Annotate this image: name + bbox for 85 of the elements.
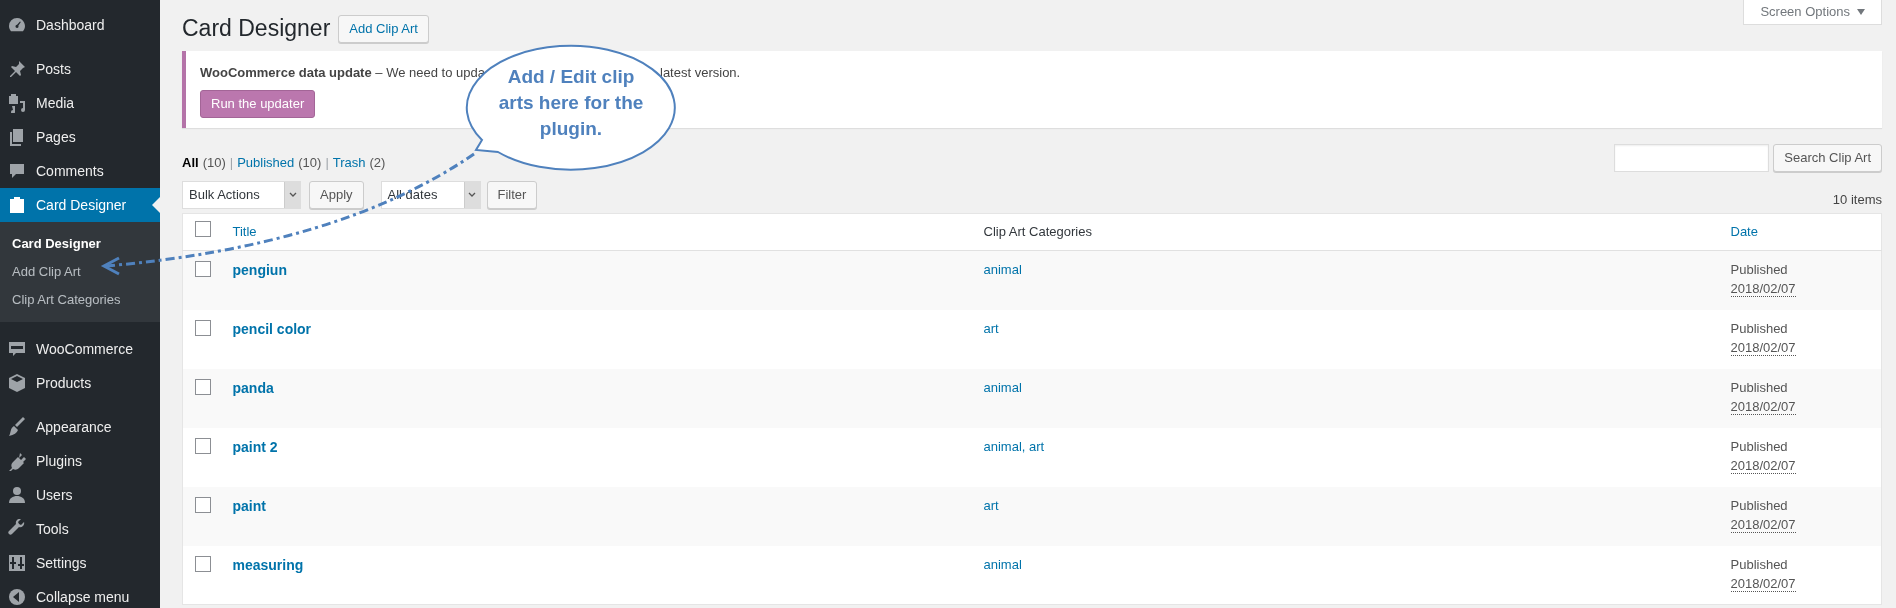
status-text: Published [1730,378,1789,397]
plug-icon [7,451,27,471]
search-field[interactable] [1614,144,1770,172]
caret-icon [1857,9,1865,15]
date-text: 2018/02/07 [1730,398,1796,415]
sidebar-item[interactable]: Dashboard [0,8,160,42]
sliders-icon [7,553,27,573]
checkbox[interactable] [195,261,211,277]
checkbox[interactable] [195,437,211,454]
category-link[interactable]: animal, art [983,438,1045,454]
store-bubble-icon [7,339,27,359]
checkbox[interactable] [195,221,211,238]
chevron-icon [468,192,477,198]
date-text: 2018/02/07 [1730,516,1796,533]
filter-count: (10) [202,153,226,172]
sidebar-item[interactable]: Plugins [0,444,160,478]
title-link[interactable]: paint [232,497,266,514]
sidebar-item[interactable]: Products [0,366,160,400]
category-link[interactable]: animal [983,262,1022,277]
page-title: Card Designer [182,14,331,43]
category-link[interactable]: animal [983,556,1022,572]
pin-icon [7,59,27,79]
column-header[interactable]: Title [232,224,257,240]
submenu-item[interactable]: Clip Art Categories [0,286,160,314]
apply-button[interactable]: Apply [309,181,364,209]
sidebar-item[interactable]: Tools [0,512,160,546]
status-text: Published [1730,261,1789,279]
date-text: 2018/02/07 [1730,339,1796,356]
brush-icon [7,417,27,437]
sidebar-item[interactable]: Settings [0,546,160,580]
title-link[interactable]: pencil color [232,320,312,337]
user-icon [7,485,27,505]
sidebar-item[interactable]: Card Designer [0,188,160,222]
title-link[interactable]: paint 2 [232,438,278,455]
column-header: Clip Art Categories [983,224,1092,240]
filter-link[interactable]: Trash [332,152,366,172]
sidebar-item[interactable]: Comments [0,154,160,188]
date-text: 2018/02/07 [1730,281,1796,297]
submenu-item[interactable]: Card Designer [0,230,160,258]
checkbox[interactable] [195,496,211,513]
chevron-icon [288,192,297,198]
menu-pointer [152,197,160,213]
clipboard-icon [7,195,27,215]
status-text: Published [1730,319,1789,338]
status-text: Published [1730,437,1789,456]
checkbox[interactable] [195,319,211,336]
category-link[interactable]: art [983,497,999,513]
sidebar-item[interactable]: Users [0,478,160,512]
sidebar-item[interactable]: Media [0,86,160,120]
filter-button[interactable]: Filter [486,181,538,209]
sidebar-item[interactable]: WooCommerce [0,332,160,366]
checkbox[interactable] [195,555,211,572]
item-count: 10 items [1832,190,1882,209]
column-header[interactable]: Date [1730,224,1758,240]
filter-link[interactable]: Published [237,152,295,172]
filter-count: (10) [298,153,322,172]
speech-bubble-icon [7,161,27,181]
title-link[interactable]: panda [232,379,274,396]
status-text: Published [1730,555,1789,574]
sidebar-item[interactable]: Collapse menu [0,580,160,608]
filter-count: (2) [369,153,386,172]
date-text: 2018/02/07 [1730,457,1796,474]
separator: | [325,153,329,172]
title-link[interactable]: measuring [232,556,304,573]
category-link[interactable]: art [983,320,999,336]
bulk-actions-select[interactable]: Bulk Actions [182,181,301,209]
add-clip-art-button[interactable]: Add Clip Art [338,15,429,43]
category-link[interactable]: animal [983,379,1022,395]
notice-text: latest version. [660,64,741,82]
submenu-item[interactable]: Add Clip Art [0,258,160,286]
sidebar-item[interactable]: Posts [0,52,160,86]
separator: | [229,153,234,172]
title-link[interactable]: pengiun [232,262,287,278]
media-icon [7,93,27,113]
checkbox[interactable] [195,378,211,395]
box-icon [7,373,27,393]
callout-text: Add / Edit clip arts here for the plugin. [497,65,645,141]
status-text: Published [1730,496,1789,515]
sidebar-item[interactable]: Pages [0,120,160,154]
screen-options-tab[interactable]: Screen Options [1743,0,1882,25]
run-updater-button[interactable]: Run the updater [200,89,316,118]
filter-link[interactable]: All [182,152,199,172]
search-button[interactable]: Search Clip Art [1773,144,1882,172]
date-text: 2018/02/07 [1730,575,1796,592]
sidebar-item[interactable]: Appearance [0,410,160,444]
